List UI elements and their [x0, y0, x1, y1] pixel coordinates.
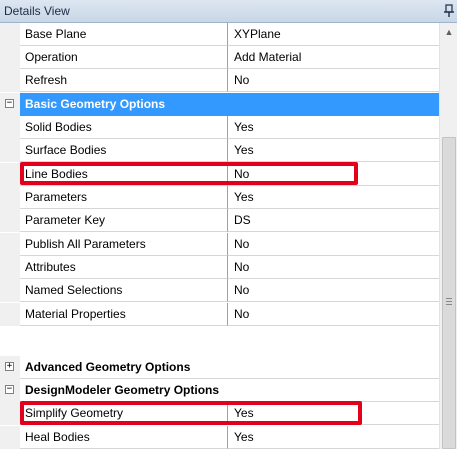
property-row-heal-bodies[interactable]: Heal Bodies Yes — [0, 426, 439, 449]
row-gutter — [0, 209, 20, 232]
row-gutter — [0, 279, 20, 302]
row-gutter — [0, 46, 20, 69]
row-gutter — [0, 139, 20, 162]
collapse-toggle-icon[interactable]: − — [5, 99, 14, 108]
property-name: Base Plane — [20, 23, 228, 46]
row-gutter — [0, 426, 20, 449]
property-value[interactable]: Yes — [228, 426, 439, 449]
property-name: Solid Bodies — [20, 116, 228, 139]
property-value[interactable]: XYPlane — [228, 23, 439, 46]
property-row-attributes[interactable]: Attributes No — [0, 256, 439, 279]
property-value[interactable]: No — [228, 256, 439, 279]
group-basic-geometry-options[interactable]: − Basic Geometry Options — [0, 93, 439, 116]
vertical-scrollbar[interactable]: ▲ — [439, 23, 457, 449]
property-name: Publish All Parameters — [20, 233, 228, 256]
row-gutter — [0, 256, 20, 279]
group-label: DesignModeler Geometry Options — [20, 379, 439, 402]
property-name: Named Selections — [20, 279, 228, 302]
group-designmodeler-geometry-options[interactable]: − DesignModeler Geometry Options — [0, 379, 439, 402]
property-row-operation[interactable]: Operation Add Material — [0, 46, 439, 69]
property-row-parameter-key[interactable]: Parameter Key DS — [0, 209, 439, 232]
property-row-named-selections[interactable]: Named Selections No — [0, 279, 439, 302]
pin-icon[interactable] — [443, 3, 455, 19]
property-name: Surface Bodies — [20, 139, 228, 162]
property-name: Parameters — [20, 186, 228, 209]
property-name: Heal Bodies — [20, 426, 228, 449]
collapse-toggle-icon[interactable]: − — [5, 385, 14, 394]
property-value[interactable]: No — [228, 233, 439, 256]
property-row-solid-bodies[interactable]: Solid Bodies Yes — [0, 116, 439, 139]
property-row-material-properties[interactable]: Material Properties No — [0, 303, 439, 326]
row-gutter — [0, 303, 20, 326]
property-name: Parameter Key — [20, 209, 228, 232]
scroll-up-arrow-icon[interactable]: ▲ — [440, 23, 457, 41]
property-value[interactable]: Yes — [228, 139, 439, 162]
property-row-base-plane[interactable]: Base Plane XYPlane — [0, 23, 439, 46]
grip-icon — [446, 298, 452, 305]
scrollbar-thumb[interactable] — [442, 137, 456, 449]
row-gutter — [0, 116, 20, 139]
highlight-box-surface-bodies — [20, 162, 358, 185]
property-value[interactable]: No — [228, 303, 439, 326]
property-row-refresh[interactable]: Refresh No — [0, 69, 439, 92]
property-value[interactable]: No — [228, 69, 439, 92]
property-row-publish-all-parameters[interactable]: Publish All Parameters No — [0, 233, 439, 256]
property-value[interactable]: No — [228, 279, 439, 302]
row-gutter — [0, 23, 20, 46]
property-value[interactable]: DS — [228, 209, 439, 232]
row-gutter — [0, 186, 20, 209]
details-view-panel: Details View Base Plane XYPlane Operatio… — [0, 0, 457, 449]
row-gutter — [0, 402, 20, 425]
property-row-surface-bodies[interactable]: Surface Bodies Yes — [0, 139, 439, 162]
property-value[interactable]: Yes — [228, 116, 439, 139]
panel-title: Details View — [4, 4, 70, 18]
panel-titlebar: Details View — [0, 0, 457, 23]
group-label: Advanced Geometry Options — [20, 356, 439, 379]
property-name: Refresh — [20, 69, 228, 92]
property-name: Attributes — [20, 256, 228, 279]
group-advanced-geometry-options[interactable]: + Advanced Geometry Options — [0, 356, 439, 379]
highlight-box-simplify-geometry — [20, 401, 362, 425]
property-value[interactable]: Yes — [228, 186, 439, 209]
property-name: Operation — [20, 46, 228, 69]
properties-grid: Base Plane XYPlane Operation Add Materia… — [0, 23, 439, 449]
row-gutter — [0, 69, 20, 92]
group-label: Basic Geometry Options — [20, 93, 439, 116]
property-row-parameters[interactable]: Parameters Yes — [0, 186, 439, 209]
expand-toggle-icon[interactable]: + — [5, 362, 14, 371]
row-gutter — [0, 163, 20, 186]
property-name: Material Properties — [20, 303, 228, 326]
property-value[interactable]: Add Material — [228, 46, 439, 69]
row-gutter — [0, 233, 20, 256]
